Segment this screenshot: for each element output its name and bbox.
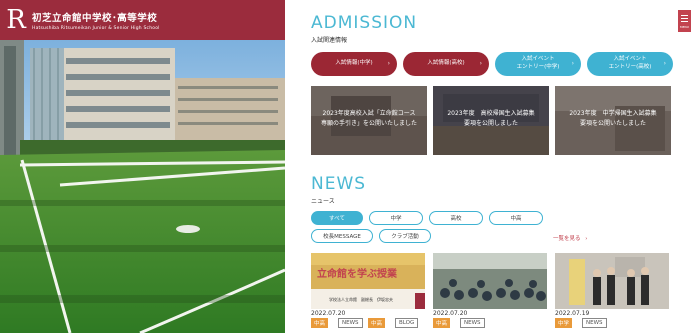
filter-club[interactable]: クラブ活動	[379, 229, 431, 243]
menu-button[interactable]: MENU	[678, 10, 691, 32]
admission-card[interactable]: 2023年度高校入試「立命館コース 専願の手引き」を公開いたしました	[311, 86, 427, 155]
view-all-label: 一覧を見る	[553, 236, 581, 242]
event-entry-button-hs[interactable]: 入試イベント エントリー(高校) ›	[587, 52, 673, 76]
filter-hs[interactable]: 高校	[429, 211, 483, 225]
view-all-link[interactable]: 一覧を見る ›	[553, 234, 587, 242]
news-date: 2022.07.20	[311, 310, 346, 317]
admission-card[interactable]: 2023年度 中学帰国生入試募集 要項を公開いたしました	[555, 86, 671, 155]
button-label: 入試情報(中学)	[335, 60, 373, 67]
admission-title: ADMISSION	[311, 13, 418, 33]
category-tag[interactable]: 中学	[555, 318, 573, 328]
category-tag[interactable]: 中高	[368, 318, 386, 328]
category-tag[interactable]: NEWS	[460, 318, 485, 328]
card-caption: 2023年度高校入試「立命館コース 専願の手引き」を公開いたしました	[320, 110, 417, 127]
news-thumb-text: 立命館を学ぶ授業	[317, 269, 397, 280]
event-entry-button-jh[interactable]: 入試イベント エントリー(中学) ›	[495, 52, 581, 76]
admission-button-hs[interactable]: 入試情報(高校) ›	[403, 52, 489, 76]
card-caption: 2023年度 中学帰国生入試募集 要項を公開いたしました	[569, 110, 657, 127]
news-thumbnail[interactable]	[433, 253, 547, 309]
school-name: 初芝立命館中学校･高等学校	[32, 12, 158, 24]
filter-jh[interactable]: 中学	[369, 211, 423, 225]
filter-principal-message[interactable]: 校長MESSAGE	[311, 229, 373, 243]
category-tag[interactable]: NEWS	[582, 318, 607, 328]
category-tag[interactable]: 中高	[311, 318, 329, 328]
news-date: 2022.07.20	[433, 310, 468, 317]
campus-photo	[0, 0, 285, 333]
school-logo-mark[interactable]: R	[6, 7, 26, 33]
news-thumbnail[interactable]: 立命館を学ぶ授業 学校法人立命館 副総長 伊坂忠夫	[311, 253, 425, 309]
arrow-right-icon: ›	[571, 60, 574, 67]
school-name-en: Hatsushiba Ritsumeikan Junior & Senior H…	[32, 25, 160, 31]
news-thumb-sub: 学校法人立命館 副総長 伊坂忠夫	[329, 297, 393, 302]
school-header-bar: R 初芝立命館中学校･高等学校 Hatsushiba Ritsumeikan J…	[0, 0, 285, 40]
menu-label: MENU	[680, 25, 689, 29]
news-subtitle: ニュース	[311, 198, 335, 205]
arrow-right-icon: ›	[585, 236, 588, 242]
arrow-right-icon: ›	[663, 60, 666, 67]
news-title: NEWS	[311, 174, 367, 194]
arrow-right-icon: ›	[479, 60, 482, 67]
filter-jh-hs[interactable]: 中高	[489, 211, 543, 225]
category-tag[interactable]: 中高	[433, 318, 451, 328]
card-caption: 2023年度 高校帰国生入試募集 要項を公開しました	[447, 110, 535, 127]
category-tag[interactable]: BLOG	[395, 318, 419, 328]
admission-subtitle: 入試関連情報	[311, 37, 348, 44]
news-date: 2022.07.19	[555, 310, 590, 317]
admission-button-jh[interactable]: 入試情報(中学) ›	[311, 52, 397, 76]
category-tag[interactable]: NEWS	[338, 318, 363, 328]
filter-all[interactable]: すべて	[311, 211, 363, 225]
school-logo[interactable]: 初芝立命館中学校･高等学校 Hatsushiba Ritsumeikan Jun…	[32, 10, 160, 31]
button-label: 入試イベント エントリー(高校)	[608, 56, 652, 70]
news-image	[555, 253, 669, 309]
arrow-right-icon: ›	[387, 60, 390, 67]
news-thumbnail[interactable]	[555, 253, 669, 309]
button-label: 入試情報(高校)	[427, 60, 465, 67]
button-label: 入試イベント エントリー(中学)	[516, 56, 560, 70]
news-image	[433, 253, 547, 309]
hero-image: R 初芝立命館中学校･高等学校 Hatsushiba Ritsumeikan J…	[0, 0, 285, 333]
admission-card[interactable]: 2023年度 高校帰国生入試募集 要項を公開しました	[433, 86, 549, 155]
